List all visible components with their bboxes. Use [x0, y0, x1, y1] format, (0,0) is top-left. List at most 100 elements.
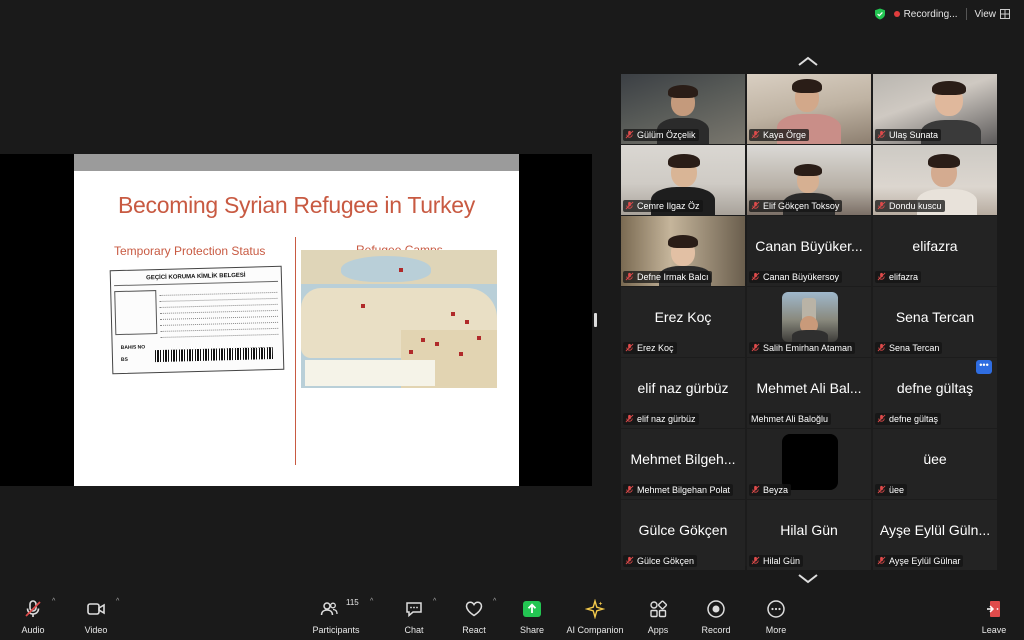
participant-tile[interactable]: Gülüm Özçelik [621, 74, 745, 144]
participant-name: Ayşe Eylül Gülnar [889, 555, 961, 566]
participant-display-name: elif naz gürbüz [637, 380, 729, 396]
participant-display-name: Sena Tercan [895, 309, 975, 325]
participant-tile[interactable]: Cemre Ilgaz Öz [621, 145, 745, 215]
participant-display-name: Mehmet Bilgeh... [630, 451, 736, 467]
participant-name: Gülüm Özçelik [637, 129, 696, 140]
apps-button[interactable]: Apps [644, 592, 672, 640]
apps-label: Apps [647, 625, 669, 635]
audio-caret-icon[interactable]: ^ [52, 598, 55, 605]
video-label: Video [84, 625, 108, 635]
video-button[interactable]: Video [80, 592, 112, 640]
participant-name: Dondu kuscu [889, 200, 942, 211]
participant-tile[interactable]: Gülce Gökçen Gülce Gökçen [621, 500, 745, 570]
share-button[interactable]: Share [517, 592, 547, 640]
microphone-muted-icon [877, 343, 886, 352]
participant-display-name: Gülce Gökçen [638, 522, 728, 538]
participants-label: Participants [312, 625, 360, 635]
recording-indicator[interactable]: Recording... [893, 8, 958, 20]
participant-tile[interactable]: Erez Koç Erez Koç [621, 287, 745, 357]
leave-button[interactable]: Leave [980, 592, 1008, 640]
view-label: View [974, 8, 997, 20]
microphone-muted-icon [751, 130, 760, 139]
participant-tile[interactable]: Canan Büyüker... Canan Büyükersoy [747, 216, 871, 286]
participant-tile[interactable]: Sena Tercan Sena Tercan [873, 287, 997, 357]
chat-button[interactable]: Chat [400, 592, 428, 640]
participant-name-label: Canan Büyükersoy [749, 270, 843, 283]
participant-name: Kaya Örge [763, 129, 807, 140]
video-caret-icon[interactable]: ^ [116, 598, 119, 605]
recording-dot-icon [893, 11, 900, 17]
microphone-muted-icon [751, 201, 760, 210]
slide-title: Becoming Syrian Refugee in Turkey [117, 192, 475, 218]
microphone-muted-icon [877, 201, 886, 210]
participant-name: Mehmet Ali Baloğlu [751, 413, 829, 424]
record-button[interactable]: Record [700, 592, 732, 640]
participant-tile[interactable]: Hilal Gün Hilal Gün [747, 500, 871, 570]
participant-tile[interactable]: Salih Emirhan Ataman [747, 287, 871, 357]
heart-icon [465, 601, 483, 617]
participant-tile[interactable]: elifazra elifazra [873, 216, 997, 286]
microphone-muted-icon [751, 556, 760, 565]
microphone-muted-icon [751, 272, 760, 281]
more-button[interactable]: More [762, 592, 790, 640]
participant-tile[interactable]: Ayşe Eylül Güln... Ayşe Eylül Gülnar [873, 500, 997, 570]
map-legend [305, 360, 435, 386]
view-button[interactable]: View [974, 8, 1010, 20]
participant-tile[interactable]: Mehmet Bilgeh... Mehmet Bilgehan Polat [621, 429, 745, 499]
participant-name: defne gültaş [889, 413, 939, 424]
participant-tile[interactable]: üee üee [873, 429, 997, 499]
participant-name: elifazra [889, 271, 919, 282]
participant-display-name: Hilal Gün [780, 522, 838, 538]
more-dots-icon [767, 600, 785, 618]
participant-name-label: Hilal Gün [749, 554, 804, 567]
participant-tile[interactable]: Kaya Örge [747, 74, 871, 144]
microphone-muted-icon [877, 414, 886, 423]
participant-name: Elif Gökçen Toksoy [763, 200, 840, 211]
shield-icon[interactable] [874, 8, 886, 20]
participant-name: Canan Büyükersoy [763, 271, 840, 282]
participant-tile[interactable]: Mehmet Ali Bal... Mehmet Ali Baloğlu [747, 358, 871, 428]
id-card-header: GEÇİCİ KORUMA KİMLİK BELGESİ [113, 266, 279, 287]
participant-tile[interactable]: Ulaş Sunata [873, 74, 997, 144]
share-label: Share [519, 625, 545, 635]
chevron-up-icon[interactable] [797, 56, 819, 66]
record-icon [707, 600, 725, 618]
participant-tile[interactable]: elif naz gürbüz elif naz gürbüz [621, 358, 745, 428]
participant-name-label: elifazra [875, 270, 922, 283]
participant-name-label: Mehmet Bilgehan Polat [623, 483, 734, 496]
participant-name: Sena Tercan [889, 342, 940, 353]
participant-tile[interactable]: Beyza [747, 429, 871, 499]
participants-caret-icon[interactable]: ^ [370, 598, 373, 605]
participant-tile[interactable]: Defne Irmak Balcı [621, 216, 745, 286]
recording-label: Recording... [903, 8, 958, 20]
chat-caret-icon[interactable]: ^ [433, 598, 436, 605]
participant-name-label: Ayşe Eylül Gülnar [875, 554, 964, 567]
participant-name-label: Sena Tercan [875, 341, 943, 354]
more-options-button[interactable]: ••• [976, 360, 992, 374]
id-card-serial: BAHIS NO [120, 344, 146, 352]
participant-tile[interactable]: Dondu kuscu [873, 145, 997, 215]
presentation-slide: Becoming Syrian Refugee in Turkey Tempor… [74, 154, 519, 486]
id-card-fields [159, 288, 279, 340]
chevron-down-icon[interactable] [797, 574, 819, 584]
barcode-image [154, 347, 274, 363]
react-button[interactable]: React [459, 592, 489, 640]
shared-screen[interactable]: Becoming Syrian Refugee in Turkey Tempor… [0, 154, 592, 486]
participants-button[interactable]: 115 Participants [306, 592, 366, 640]
react-label: React [462, 625, 486, 635]
ai-companion-button[interactable]: AI Companion [564, 592, 626, 640]
slide-divider [295, 237, 296, 465]
participant-tile[interactable]: Elif Gökçen Toksoy [747, 145, 871, 215]
resize-handle[interactable] [594, 313, 597, 327]
participant-name-label: Defne Irmak Balcı [623, 270, 712, 283]
more-label: More [765, 625, 787, 635]
react-caret-icon[interactable]: ^ [493, 598, 496, 605]
id-card-photo-box [114, 290, 158, 336]
participant-name-label: Gülüm Özçelik [623, 128, 699, 141]
participant-name: Mehmet Bilgehan Polat [637, 484, 731, 495]
microphone-muted-icon [877, 272, 886, 281]
participants-count: 115 [346, 598, 359, 607]
divider [965, 8, 967, 20]
audio-button[interactable]: Audio [18, 592, 48, 640]
participant-name: Cemre Ilgaz Öz [637, 200, 700, 211]
